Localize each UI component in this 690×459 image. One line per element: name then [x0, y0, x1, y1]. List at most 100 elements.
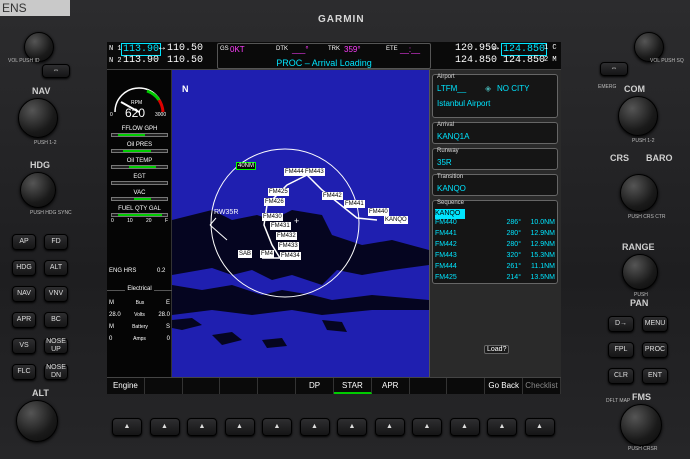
sequence-row[interactable]: FM441 280° 12.9NM — [435, 230, 555, 241]
clr-button[interactable]: CLR — [608, 368, 634, 384]
alt-button[interactable]: ALT — [44, 260, 68, 276]
softkey-checklist[interactable]: Checklist — [523, 378, 561, 394]
runway-value[interactable]: 35R — [437, 158, 452, 167]
airport-code[interactable]: LTFM__ — [437, 84, 466, 93]
sequence-row[interactable]: FM442 280° 12.9NM — [435, 241, 555, 252]
menu-button[interactable]: MENU — [642, 316, 668, 332]
hardware-softkey-row: ▲ ▲ ▲ ▲ ▲ ▲ ▲ ▲ ▲ ▲ ▲ ▲ — [100, 412, 570, 442]
ete-label: ETE — [386, 46, 398, 52]
dflt-map-label: DFLT MAP — [606, 398, 631, 404]
nose-up-button[interactable]: NOSE UP — [44, 338, 68, 354]
com1-standby-freq[interactable]: 120.950 — [455, 43, 497, 54]
fd-button[interactable]: FD — [44, 234, 68, 250]
hardware-softkey-9[interactable]: ▲ — [412, 418, 442, 436]
apr-button[interactable]: APR — [12, 312, 36, 328]
ent-button[interactable]: ENT — [642, 368, 668, 384]
waypoint-label: FM430 — [262, 213, 283, 221]
electrical-table: M Bus E 28.0 Volts 28.0 M Battery S 0 Amps 0 — [109, 300, 170, 348]
hdg-knob[interactable] — [20, 172, 56, 208]
softkey-engine[interactable]: Engine — [107, 378, 145, 394]
softkey-go-back[interactable]: Go Back — [485, 378, 524, 394]
alt-knob[interactable] — [16, 400, 58, 442]
hardware-softkey-3[interactable]: ▲ — [187, 418, 217, 436]
sequence-row[interactable]: FM425 214° 13.5NM — [435, 274, 555, 285]
softkey-5[interactable] — [258, 378, 297, 394]
arrival-box[interactable]: Arrival KANQ1A — [432, 122, 558, 144]
hardware-softkey-1[interactable]: ▲ — [112, 418, 142, 436]
sequence-row[interactable]: FM443 320° 15.3NM — [435, 252, 555, 263]
sequence-row[interactable]: FM440 286° 10.0NM — [435, 219, 555, 230]
flc-button[interactable]: FLC — [12, 364, 36, 380]
elec-row: M Bus E — [109, 300, 170, 306]
softkey-9[interactable] — [410, 378, 448, 394]
load-prompt[interactable]: Load? — [484, 345, 510, 354]
electrical-title: Electrical — [107, 286, 172, 297]
nav2-active-freq[interactable]: 113.90 — [123, 55, 159, 66]
com-knob[interactable] — [618, 96, 658, 136]
hardware-softkey-7[interactable]: ▲ — [337, 418, 367, 436]
crs-push-label: PUSH CRS CTR — [628, 214, 666, 220]
hardware-softkey-2[interactable]: ▲ — [149, 418, 180, 436]
waypoint-label: FM425 — [268, 188, 289, 196]
com-swap-arrow: ↔ — [493, 43, 500, 54]
hardware-softkey-11[interactable]: ▲ — [487, 418, 517, 436]
range-pan-knob[interactable] — [622, 254, 658, 290]
softkey-star[interactable]: STAR — [333, 378, 372, 394]
airport-name: Istanbul Airport — [437, 99, 491, 108]
runway-box[interactable]: Runway 35R — [432, 148, 558, 170]
nav-knob[interactable] — [18, 98, 58, 138]
hardware-softkey-8[interactable]: ▲ — [374, 418, 405, 436]
nav2-standby-freq[interactable]: 110.50 — [167, 55, 203, 66]
sequence-row[interactable]: FM444 261° 11.1NM — [435, 263, 555, 274]
com2-active-freq[interactable]: 124.850 — [503, 55, 545, 66]
elec-row: 28.0 Volts 28.0 — [109, 312, 170, 318]
sequence-box: Sequence KANQO FM440 286° 10.0NM FM441 280°… — [432, 200, 558, 284]
softkey-3[interactable] — [183, 378, 221, 394]
hardware-softkey-6[interactable]: ▲ — [299, 418, 330, 436]
bc-button[interactable]: BC — [44, 312, 68, 328]
rpm-max: 3000 — [155, 112, 167, 118]
softkey-apr[interactable]: APR — [372, 378, 410, 394]
nav-push-label: PUSH 1-2 — [34, 140, 57, 146]
com2-standby-freq[interactable]: 124.850 — [455, 55, 497, 66]
com-swap-button[interactable]: ⇔ — [600, 62, 628, 76]
fpl-button[interactable]: FPL — [608, 342, 634, 358]
arrival-value[interactable]: KANQ1A — [437, 132, 469, 141]
crs-baro-knob[interactable] — [620, 174, 658, 212]
fuel-ticks: 0 10 20 F — [111, 218, 168, 224]
transition-box[interactable]: Transition KANQO — [432, 174, 558, 196]
nav-button[interactable]: NAV — [12, 286, 36, 302]
softkey-2[interactable] — [145, 378, 183, 394]
ap-button[interactable]: AP — [12, 234, 36, 250]
alt-knob-label: ALT — [32, 388, 49, 398]
proc-button[interactable]: PROC — [642, 342, 668, 358]
nav1-standby-freq[interactable]: 110.50 — [167, 43, 203, 54]
sequence-head[interactable]: KANQO — [435, 209, 465, 219]
nose-dn-button[interactable]: NOSE DN — [44, 364, 68, 380]
transition-value[interactable]: KANQO — [437, 184, 466, 193]
window-corner-text: ENS — [0, 0, 70, 16]
hardware-softkey-10[interactable]: ▲ — [449, 418, 480, 436]
top-status-bar: N 1 113.90 ↔ 110.50 N 2 113.90 110.50 GS… — [107, 42, 561, 70]
vs-button[interactable]: VS — [12, 338, 36, 354]
softkey-dp[interactable]: DP — [296, 378, 334, 394]
moving-map[interactable]: N 40NM FM444 FM443 FM425 FM426 FM442 FM4… — [172, 70, 429, 377]
map-range-label[interactable]: 40NM — [236, 162, 257, 170]
hardware-softkey-5[interactable]: ▲ — [262, 418, 292, 436]
airport-box[interactable]: Airport LTFM__ ◈ NO CITY Istanbul Airpor… — [432, 74, 558, 118]
hardware-softkey-12[interactable]: ▲ — [524, 418, 555, 436]
softkey-4[interactable] — [220, 378, 259, 394]
fms-knob[interactable] — [620, 404, 662, 446]
fflow-label: FFLOW GPH — [121, 126, 158, 132]
fuel-qty-label: FUEL QTY GAL — [118, 206, 161, 212]
engine-indication-strip: RPM 620 0 3000 FFLOW GPH Oil PRES Oil TE… — [107, 70, 172, 377]
elec-row: M Battery S — [109, 324, 170, 330]
nav-swap-button[interactable]: ⇔ — [42, 64, 70, 78]
hardware-softkey-4[interactable]: ▲ — [224, 418, 255, 436]
vnv-button[interactable]: VNV — [44, 286, 68, 302]
rpm-value: 620 — [125, 106, 146, 120]
softkey-10[interactable] — [447, 378, 486, 394]
direct-to-button[interactable]: D→ — [608, 316, 634, 332]
hdg-button[interactable]: HDG — [12, 260, 36, 276]
sequence-title: Sequence — [437, 200, 465, 206]
